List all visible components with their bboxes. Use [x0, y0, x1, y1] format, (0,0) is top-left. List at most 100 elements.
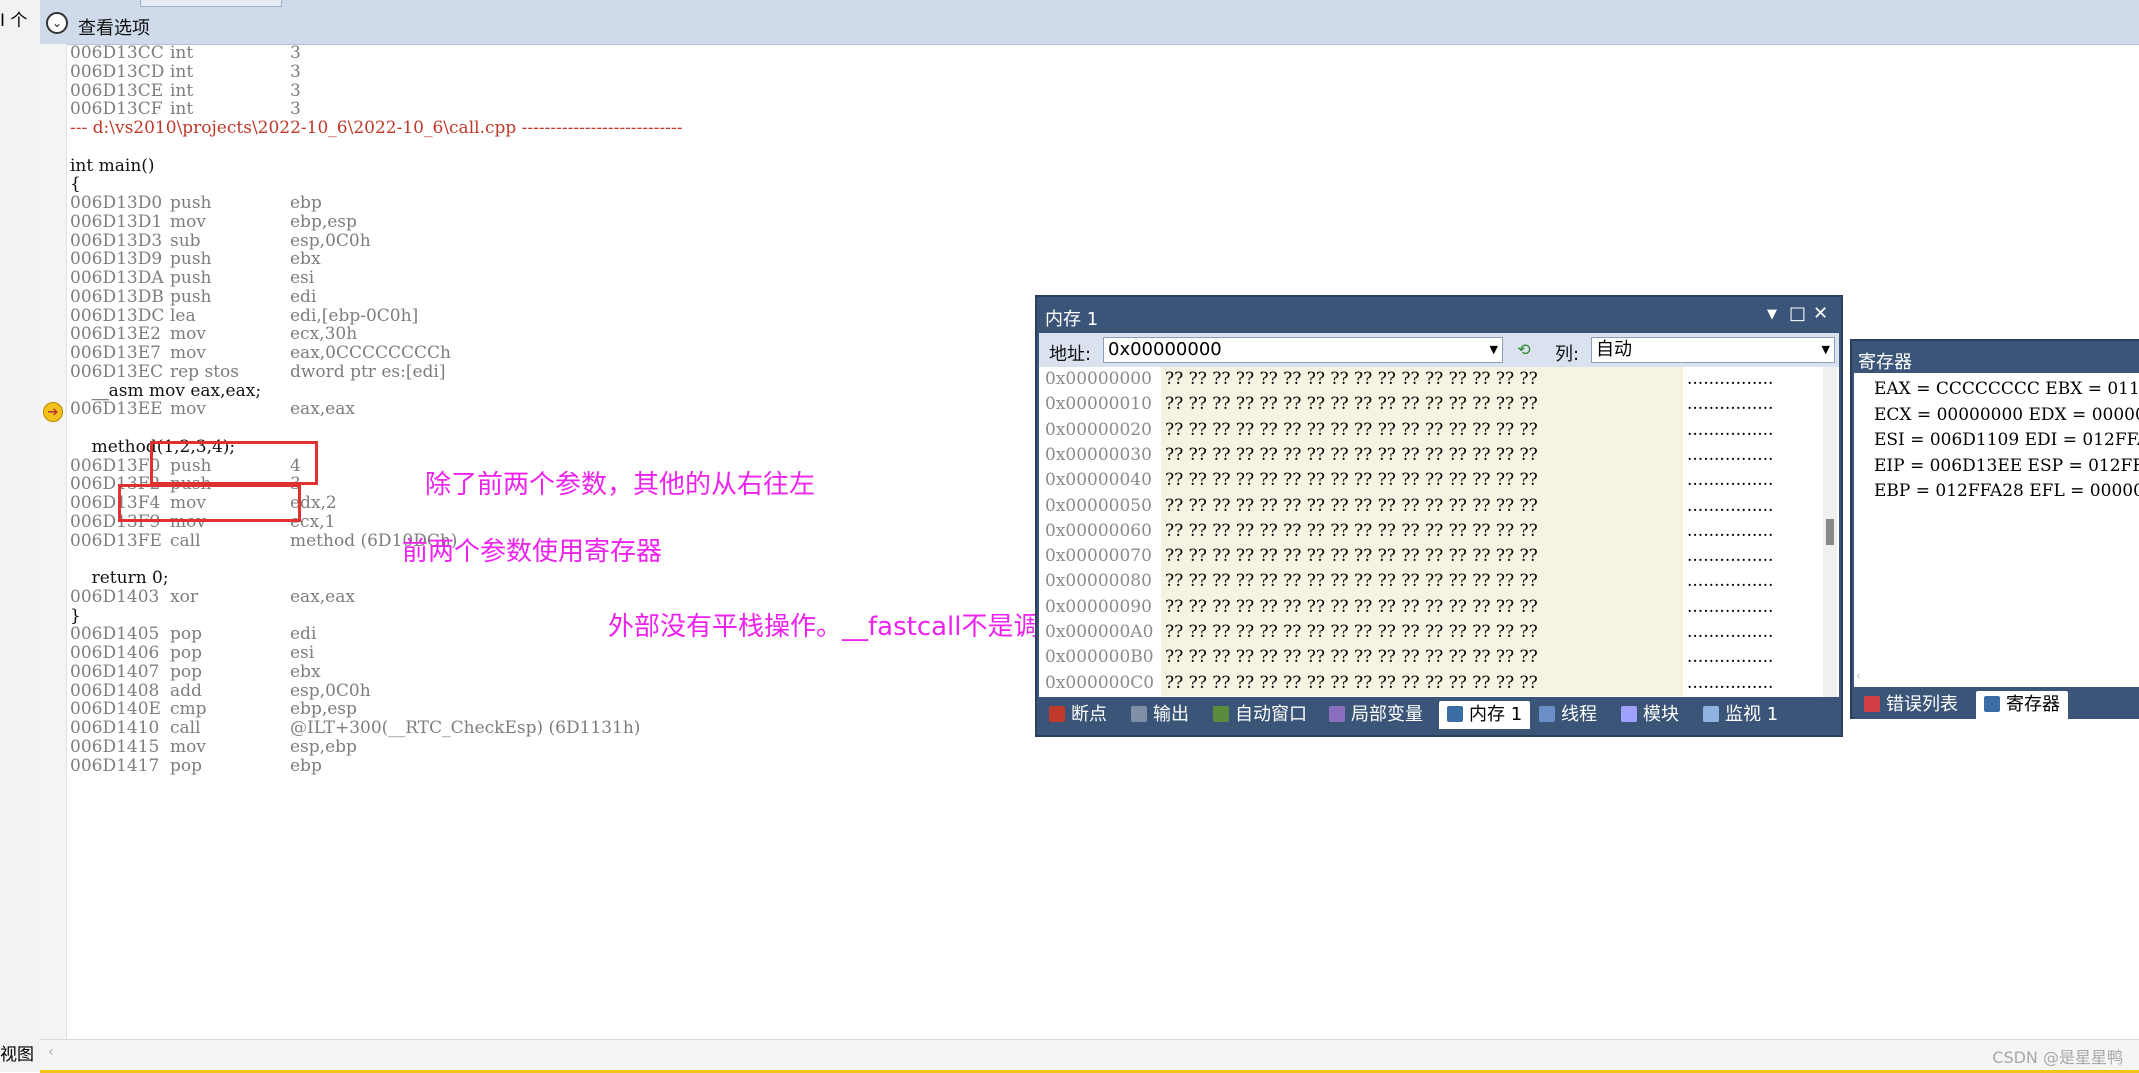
memory-row[interactable]: 0x00000040 ?? ?? ?? ?? ?? ?? ?? ?? ?? ?? …: [1039, 468, 1819, 494]
tab-registers[interactable]: 寄存器: [1976, 691, 2068, 719]
memory-row[interactable]: 0x000000A0 ?? ?? ?? ?? ?? ?? ?? ?? ?? ?? …: [1039, 620, 1819, 646]
columns-select[interactable]: 自动 ▼: [1591, 337, 1835, 363]
instruction-mnemonic: mov: [170, 343, 206, 363]
instruction-mnemonic: pop: [170, 624, 202, 645]
memory-address: 0x00000030: [1045, 444, 1152, 465]
scroll-left-icon[interactable]: ‹: [1856, 669, 1861, 683]
memory-row[interactable]: 0x000000B0 ?? ?? ?? ?? ?? ?? ?? ?? ?? ?? …: [1039, 645, 1819, 671]
left-strip-top-text: I 个: [0, 11, 28, 31]
memory-row[interactable]: 0x00000070 ?? ?? ?? ?? ?? ?? ?? ?? ?? ?? …: [1039, 544, 1819, 570]
instruction-mnemonic: rep stos: [170, 361, 239, 382]
register-row: ECX = 00000000 EDX = 000000: [1874, 404, 2139, 425]
code-line[interactable]: --- d:\vs2010\projects\2022-10_6\2022-10…: [70, 119, 683, 138]
chevron-down-icon[interactable]: ▼: [1822, 338, 1830, 362]
instruction-operands: ebx: [290, 249, 321, 270]
memory-address: 0x00000090: [1045, 596, 1152, 617]
memory-hex-bytes: ?? ?? ?? ?? ?? ?? ?? ?? ?? ?? ?? ?? ?? ?…: [1161, 468, 1683, 494]
memory-row[interactable]: 0x00000020 ?? ?? ?? ?? ?? ?? ?? ?? ?? ?? …: [1039, 417, 1819, 444]
code-line[interactable]: {: [70, 175, 81, 194]
memory-hex-bytes: ?? ?? ?? ?? ?? ?? ?? ?? ?? ?? ?? ?? ?? ?…: [1161, 367, 1683, 393]
annotation-push-order: 除了前两个参数，其他的从右往左: [425, 470, 816, 500]
memory-row[interactable]: 0x000000C0 ?? ?? ?? ?? ?? ?? ?? ?? ?? ?? …: [1039, 670, 1819, 697]
instruction-operands: esp,ebp: [290, 736, 357, 757]
view-options-label[interactable]: 查看选项: [78, 14, 150, 40]
breakpoint-gutter[interactable]: [40, 44, 67, 1039]
registers-icon: [1984, 696, 2000, 712]
registers-window-title: 寄存器: [1858, 352, 1912, 373]
instruction-address: 006D13DA: [70, 268, 164, 288]
close-icon[interactable]: ✕: [1813, 303, 1828, 324]
instruction-address: 006D13DB: [70, 286, 164, 307]
instruction-address: 006D13CD: [70, 61, 165, 82]
bottom-scroll-strip[interactable]: ‹: [40, 1039, 2139, 1073]
memory-hex-bytes: ?? ?? ?? ?? ?? ?? ?? ?? ?? ?? ?? ?? ?? ?…: [1161, 392, 1683, 418]
chevron-down-icon[interactable]: ▼: [1490, 338, 1498, 362]
code-line[interactable]: return 0;: [70, 569, 169, 588]
instruction-address: 006D13E2: [70, 324, 161, 345]
registers-hscroll[interactable]: ‹: [1854, 669, 2139, 685]
instruction-operands: esi: [290, 643, 315, 663]
memory-address: 0x00000040: [1045, 470, 1152, 491]
memory-row[interactable]: 0x00000000 ?? ?? ?? ?? ?? ?? ?? ?? ?? ?? …: [1039, 367, 1819, 393]
instruction-address: 006D13CE: [70, 80, 164, 101]
code-line[interactable]: __asm mov eax,eax;: [70, 381, 261, 401]
memory-grid[interactable]: 0x00000000 ?? ?? ?? ?? ?? ?? ?? ?? ?? ?? …: [1039, 367, 1839, 697]
instruction-mnemonic: int: [170, 80, 194, 101]
tab-locals[interactable]: 局部变量: [1329, 701, 1423, 729]
instruction-address: 006D1415: [70, 736, 160, 757]
registers-list[interactable]: EAX = CCCCCCCC EBX = 011AF0 ECX = 0000000…: [1854, 373, 2139, 695]
instruction-address: 006D1407: [70, 661, 160, 682]
memory-address: 0x00000010: [1045, 394, 1152, 415]
memory-row[interactable]: 0x00000050 ?? ?? ?? ?? ?? ?? ?? ?? ?? ?? …: [1039, 493, 1819, 519]
maximize-icon[interactable]: □: [1789, 303, 1806, 324]
instruction-operands: 3: [290, 99, 301, 120]
tab-label: 寄存器: [2006, 694, 2060, 715]
tab-threads[interactable]: 线程: [1539, 701, 1597, 729]
registers-window-titlebar[interactable]: 寄存器: [1852, 341, 2139, 373]
tab-breakpoint[interactable]: 断点: [1049, 701, 1107, 729]
reevaluate-icon[interactable]: ⟲: [1513, 340, 1535, 360]
tab-watch[interactable]: 监视 1: [1703, 701, 1778, 729]
scroll-left-icon[interactable]: ‹: [48, 1044, 54, 1060]
memory-ascii: ................: [1687, 622, 1774, 642]
view-options-toggle-icon[interactable]: ⌄: [46, 12, 68, 34]
instruction-address: 006D13D0: [70, 193, 163, 213]
tab-memory[interactable]: 内存 1: [1439, 701, 1531, 729]
registers-window: 寄存器 EAX = CCCCCCCC EBX = 011AF0 ECX = 000…: [1850, 339, 2139, 719]
window-dropdown-icon[interactable]: ▼: [1767, 307, 1777, 322]
memory-row[interactable]: 0x00000080 ?? ?? ?? ?? ?? ?? ?? ?? ?? ?? …: [1039, 569, 1819, 595]
memory-ascii: ................: [1687, 647, 1774, 668]
instruction-mnemonic: xor: [170, 586, 198, 607]
instruction-address: 006D13EE: [70, 399, 163, 420]
address-input[interactable]: 0x00000000 ▼: [1103, 337, 1503, 363]
tab-error-list[interactable]: 错误列表: [1864, 691, 1958, 719]
memory-row[interactable]: 0x00000030 ?? ?? ?? ?? ?? ?? ?? ?? ?? ?? …: [1039, 442, 1819, 469]
memory-address: 0x00000060: [1045, 520, 1152, 541]
memory-scrollbar[interactable]: [1823, 367, 1837, 697]
tab-output[interactable]: 输出: [1131, 701, 1189, 729]
register-row: ESI = 006D1109 EDI = 012FFA: [1874, 430, 2139, 450]
instruction-address: 006D1410: [70, 718, 160, 738]
code-line[interactable]: int main(): [70, 155, 155, 176]
left-panel-strip: I 个 视图: [0, 0, 41, 1072]
memory-ascii: ................: [1687, 470, 1774, 491]
scroll-thumb[interactable]: [1826, 519, 1834, 545]
register-tabs: 错误列表 寄存器: [1854, 687, 2139, 719]
memory-address: 0x00000070: [1045, 546, 1152, 567]
memory-window-titlebar[interactable]: 内存 1 ▼ □ ✕: [1037, 297, 1841, 333]
instruction-operands: ebp,esp: [290, 699, 357, 720]
instruction-mnemonic: sub: [170, 230, 201, 251]
instruction-address: 006D140E: [70, 699, 161, 720]
locals-icon: [1329, 706, 1345, 722]
memory-row[interactable]: 0x00000010 ?? ?? ?? ?? ?? ?? ?? ?? ?? ?? …: [1039, 392, 1819, 418]
code-line[interactable]: }: [70, 606, 81, 626]
tab-modules[interactable]: 模块: [1621, 701, 1679, 729]
source-line: int main(): [70, 155, 155, 176]
tab-autos[interactable]: 自动窗口: [1213, 701, 1307, 729]
tab-fragment[interactable]: [140, 0, 282, 7]
address-label: 地址:: [1049, 344, 1092, 365]
columns-label: 列:: [1555, 344, 1580, 365]
memory-hex-bytes: ?? ?? ?? ?? ?? ?? ?? ?? ?? ?? ?? ?? ?? ?…: [1161, 518, 1683, 545]
memory-row[interactable]: 0x00000090 ?? ?? ?? ?? ?? ?? ?? ?? ?? ?? …: [1039, 594, 1819, 621]
memory-row[interactable]: 0x00000060 ?? ?? ?? ?? ?? ?? ?? ?? ?? ?? …: [1039, 518, 1819, 545]
